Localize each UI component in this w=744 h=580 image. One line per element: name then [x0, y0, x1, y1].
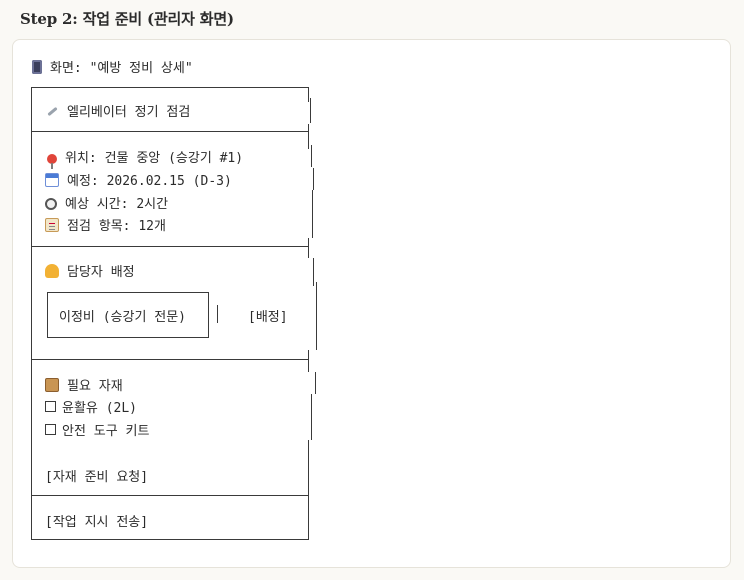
frame-right-edge — [316, 282, 317, 350]
materials-heading-text: 필요 자재 — [67, 379, 123, 394]
material-item[interactable]: 윤활유 (2L) — [45, 397, 137, 416]
assignment-heading: 담당자 배정 — [45, 261, 135, 280]
frame-right-edge — [313, 168, 314, 190]
frame-right-edge — [308, 124, 309, 149]
worker-icon — [45, 264, 59, 278]
request-materials-button[interactable]: [자재 준비 요청] — [45, 466, 148, 485]
frame-right-edge — [310, 98, 311, 123]
checkbox[interactable] — [45, 401, 56, 412]
detail-text: 예정: 2026.02.15 (D-3) — [67, 174, 232, 189]
material-item-label: 안전 도구 키트 — [62, 424, 150, 439]
detail-schedule: 예정: 2026.02.15 (D-3) — [45, 170, 232, 189]
assignee-divider — [217, 305, 218, 323]
frame-right-edge — [313, 258, 314, 286]
frame-right-edge — [308, 440, 309, 539]
task-title-row: 엘리베이터 정기 점검 — [45, 101, 190, 120]
clipboard-icon — [45, 218, 59, 232]
frame-right-edge — [315, 372, 316, 394]
detail-text: 위치: 건물 중앙 (승강기 #1) — [65, 151, 244, 166]
frame-right-edge — [308, 350, 309, 372]
assign-button[interactable]: [배정] — [248, 306, 288, 325]
task-title: 엘리베이터 정기 점검 — [67, 105, 191, 120]
frame-right-edge — [312, 190, 313, 238]
screen-label: 화면: "예방 정비 상세" — [30, 57, 193, 76]
mobile-phone-icon — [32, 60, 42, 74]
checkbox[interactable] — [45, 424, 56, 435]
screen-label-text: 화면: "예방 정비 상세" — [50, 61, 193, 76]
material-item[interactable]: 안전 도구 키트 — [45, 420, 149, 439]
wrench-icon — [45, 104, 59, 118]
step-title: Step 2: 작업 준비 (관리자 화면) — [20, 10, 234, 28]
detail-duration: 예상 시간: 2시간 — [45, 193, 168, 212]
frame-right-edge — [311, 145, 312, 167]
package-icon — [45, 378, 59, 392]
material-item-label: 윤활유 (2L) — [62, 401, 138, 416]
frame-right-edge — [308, 87, 309, 102]
section-divider — [31, 495, 308, 496]
detail-text: 예상 시간: 2시간 — [65, 197, 169, 212]
assignee-value: 이정비 (승강기 전문) — [59, 310, 186, 325]
frame-right-edge — [308, 238, 309, 258]
frame-right-edge — [311, 394, 312, 440]
send-work-order-button[interactable]: [작업 지시 전송] — [45, 511, 148, 530]
section-divider — [31, 359, 308, 360]
stopwatch-icon — [45, 198, 57, 210]
assignment-heading-text: 담당자 배정 — [67, 265, 135, 280]
section-divider — [31, 131, 308, 132]
detail-items: 점검 항목: 12개 — [45, 215, 166, 234]
detail-location: 위치: 건물 중앙 (승강기 #1) — [45, 147, 244, 169]
section-divider — [31, 246, 308, 247]
pin-icon — [47, 154, 57, 169]
materials-heading: 필요 자재 — [45, 375, 123, 394]
calendar-icon — [45, 173, 59, 187]
detail-text: 점검 항목: 12개 — [67, 219, 166, 234]
